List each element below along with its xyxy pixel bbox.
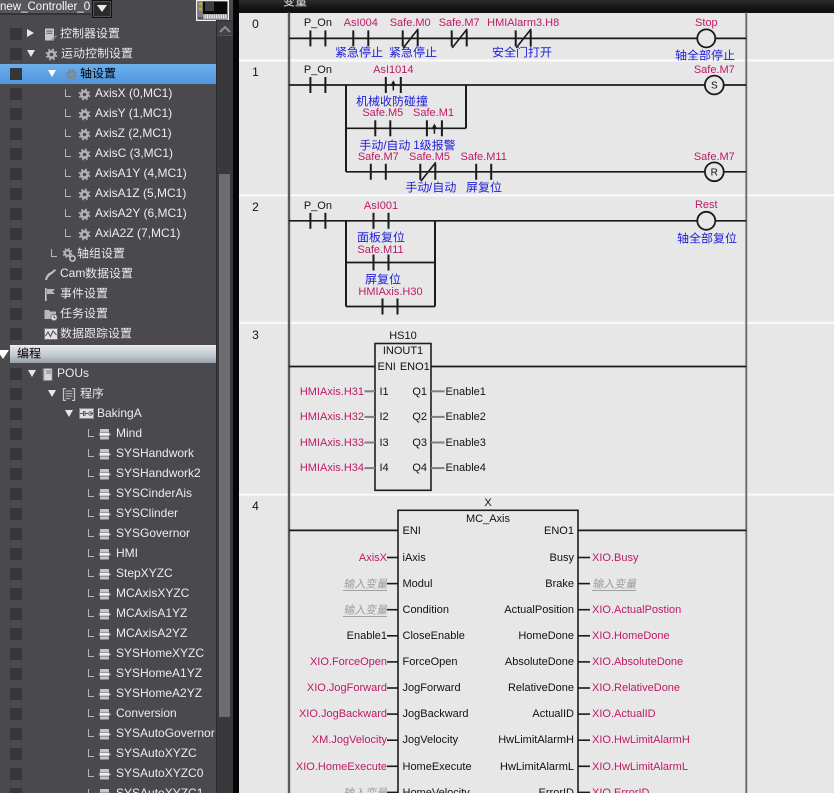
svg-text:R: R [711,167,718,178]
svg-text:S: S [711,81,718,92]
